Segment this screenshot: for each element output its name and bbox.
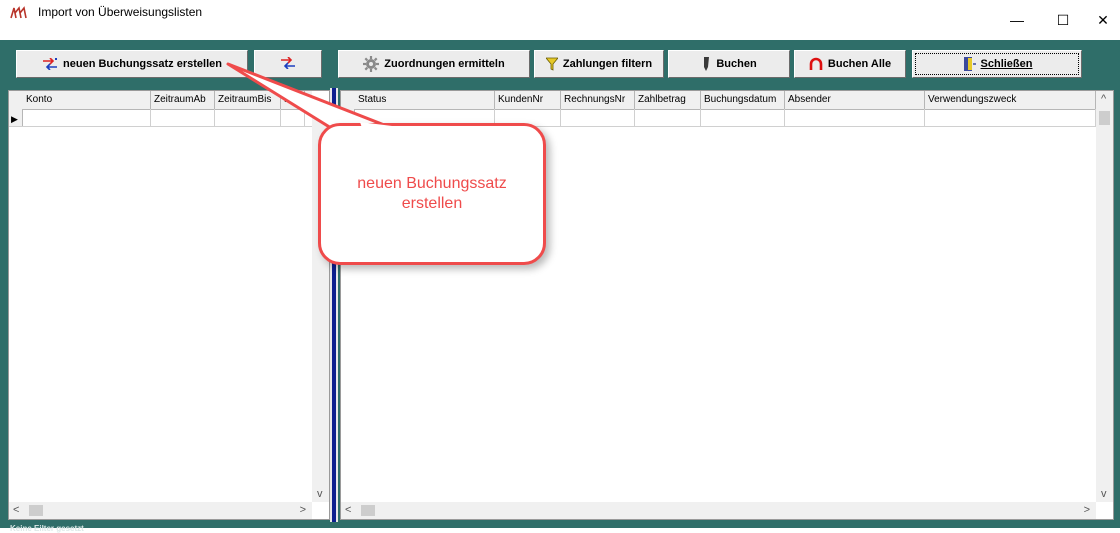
callout-bubble: neuen Buchungssatz erstellen bbox=[318, 123, 546, 265]
callout-pointer bbox=[226, 62, 394, 148]
callout-text: neuen Buchungssatz erstellen bbox=[357, 175, 507, 212]
